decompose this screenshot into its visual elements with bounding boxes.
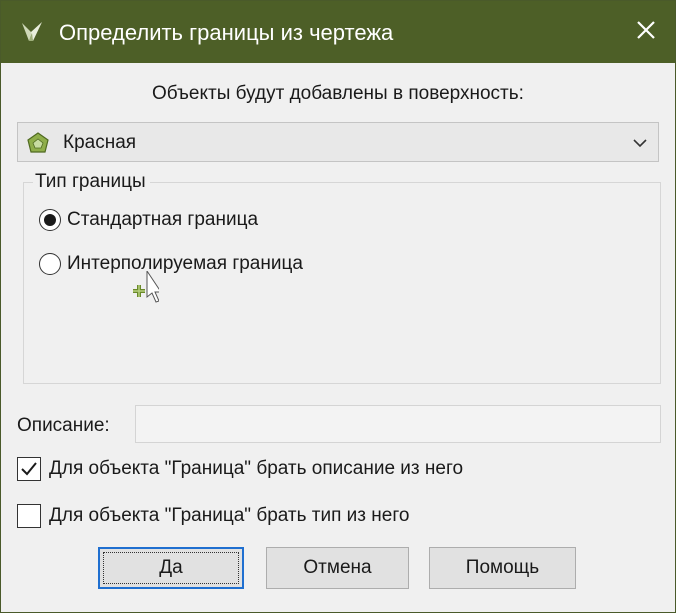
window-title: Определить границы из чертежа [59,20,394,45]
dialog-window: Определить границы из чертежа Объекты бу… [0,0,676,613]
radio-standard-boundary[interactable]: Стандартная граница [39,207,258,233]
surface-icon [26,131,50,155]
focus-rectangle [103,552,239,584]
radio-selected-dot [44,214,56,226]
mouse-cursor-icon [125,269,162,311]
close-button[interactable] [617,1,675,63]
surface-prompt-label: Объекты будут добавлены в поверхность: [152,83,524,104]
ok-button[interactable]: Да [98,547,244,589]
description-input[interactable] [135,405,661,443]
checkmark-icon [21,462,37,476]
title-bar[interactable]: Определить границы из чертежа [1,1,675,63]
close-icon [636,20,656,45]
cancel-button[interactable]: Отмена [266,547,409,589]
checkbox[interactable] [17,457,41,481]
cancel-button-label: Отмена [303,557,372,578]
help-button-label: Помощь [465,557,540,578]
checkbox-label: Для объекта "Граница" брать описание из … [49,458,464,479]
chevron-down-icon[interactable] [632,135,648,151]
radio-label: Интерполируемая граница [67,253,303,274]
radio-label: Стандартная граница [67,209,259,230]
checkbox-label: Для объекта "Граница" брать тип из него [49,505,410,526]
civil3d-leaf-icon [19,19,45,45]
surface-select-value: Красная [63,132,137,153]
radio-interpolated-boundary[interactable]: Интерполируемая граница [39,251,303,277]
radio-button[interactable] [39,209,61,231]
description-label: Описание: [17,415,110,436]
checkbox[interactable] [17,504,41,528]
checkbox-take-type[interactable]: Для объекта "Граница" брать тип из него [17,502,409,530]
radio-button[interactable] [39,253,61,275]
boundary-type-legend: Тип границы [33,171,150,193]
checkbox-take-description[interactable]: Для объекта "Граница" брать описание из … [17,455,463,483]
help-button[interactable]: Помощь [429,547,576,589]
surface-select[interactable]: Красная [17,122,659,162]
